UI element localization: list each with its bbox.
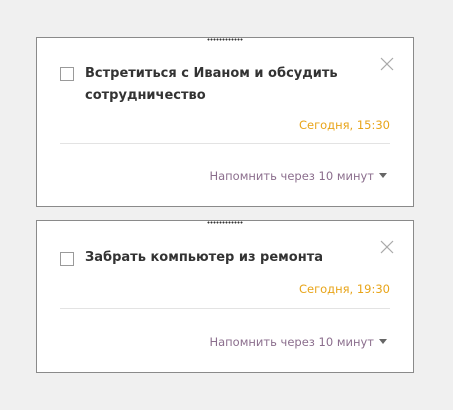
chevron-down-icon [379, 339, 387, 344]
reminder-title: Забрать компьютер из ремонта [85, 250, 324, 265]
chevron-down-icon [379, 173, 387, 178]
complete-checkbox[interactable] [60, 67, 74, 81]
close-icon [380, 240, 394, 254]
reminder-card: Встретиться с Иваном и обсудить сотрудни… [36, 37, 414, 207]
snooze-label: Напомнить через 10 минут [209, 335, 374, 349]
reminder-time: Сегодня, 19:30 [298, 282, 390, 296]
close-icon [380, 57, 394, 71]
reminder-time: Сегодня, 15:30 [298, 118, 390, 132]
divider [60, 308, 390, 309]
divider [60, 143, 390, 144]
drag-handle-icon[interactable] [207, 221, 243, 224]
drag-handle-icon[interactable] [207, 38, 243, 41]
complete-checkbox[interactable] [60, 252, 74, 266]
snooze-dropdown[interactable]: Напомнить через 10 минут [209, 335, 387, 349]
reminder-card: Забрать компьютер из ремонта Сегодня, 19… [36, 220, 414, 373]
snooze-label: Напомнить через 10 минут [209, 169, 374, 183]
reminder-title: Встретиться с Иваном и обсудить сотрудни… [85, 66, 338, 103]
close-button[interactable] [380, 57, 394, 71]
close-button[interactable] [380, 240, 394, 254]
snooze-dropdown[interactable]: Напомнить через 10 минут [209, 169, 387, 183]
